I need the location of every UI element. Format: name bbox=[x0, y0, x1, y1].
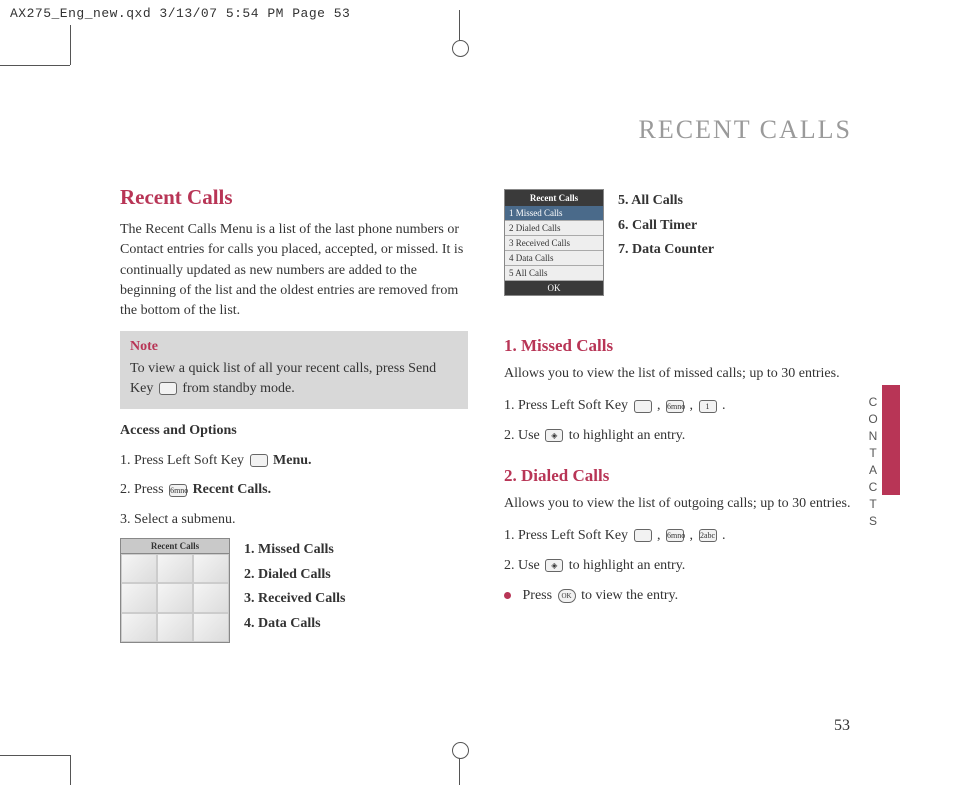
section-2-heading: 2. Dialed Calls bbox=[504, 466, 852, 486]
section-1-heading: 1. Missed Calls bbox=[504, 336, 852, 356]
step-text: 2. Use bbox=[504, 558, 543, 573]
grid-cell bbox=[121, 583, 157, 612]
key-6-icon: 6mno bbox=[666, 529, 684, 542]
step-text: , bbox=[690, 528, 697, 543]
step-text-bold: Menu. bbox=[273, 453, 312, 468]
phone-grid-body bbox=[121, 554, 229, 642]
nav-key-icon: ◈ bbox=[545, 429, 563, 442]
phone-list-item: 3 Received Calls bbox=[505, 236, 603, 251]
submenu-item: 4. Data Calls bbox=[244, 612, 345, 637]
page-header: RECENT CALLS bbox=[120, 115, 852, 145]
right-column: Recent Calls 1 Missed Calls 2 Dialed Cal… bbox=[504, 185, 852, 643]
step-text: Press bbox=[523, 588, 556, 603]
step-text: 1. Press Left Soft Key bbox=[120, 453, 248, 468]
nav-key-icon: ◈ bbox=[545, 559, 563, 572]
sec2-bullet: Press OK to view the entry. bbox=[504, 584, 852, 608]
step-text: , bbox=[690, 398, 697, 413]
note-box: Note To view a quick list of all your re… bbox=[120, 331, 468, 408]
section-2-desc: Allows you to view the list of outgoing … bbox=[504, 494, 852, 514]
sidebar-tab bbox=[882, 385, 900, 495]
top-items: 5. All Calls 6. Call Timer 7. Data Count… bbox=[618, 189, 714, 263]
submenu-item: 2. Dialed Calls bbox=[244, 563, 345, 588]
phone-list-body: 1 Missed Calls 2 Dialed Calls 3 Received… bbox=[505, 206, 603, 281]
soft-key-icon bbox=[634, 400, 652, 413]
send-key-icon bbox=[159, 382, 177, 395]
two-column-layout: Recent Calls The Recent Calls Menu is a … bbox=[120, 185, 852, 643]
access-options-title: Access and Options bbox=[120, 423, 468, 439]
note-text: To view a quick list of all your recent … bbox=[130, 359, 458, 398]
submenu-list: 1. Missed Calls 2. Dialed Calls 3. Recei… bbox=[244, 538, 345, 636]
soft-key-icon bbox=[634, 529, 652, 542]
step-text-bold: Recent Calls. bbox=[193, 482, 272, 497]
submenu-item: 1. Missed Calls bbox=[244, 538, 345, 563]
section-1-desc: Allows you to view the list of missed ca… bbox=[504, 364, 852, 384]
phone-grid-header: Recent Calls bbox=[121, 539, 229, 554]
print-header: AX275_Eng_new.qxd 3/13/07 5:54 PM Page 5… bbox=[10, 6, 350, 21]
step-1: 1. Press Left Soft Key Menu. bbox=[120, 449, 468, 473]
step-text: to highlight an entry. bbox=[569, 558, 686, 573]
page-number: 53 bbox=[834, 717, 850, 735]
main-heading: Recent Calls bbox=[120, 185, 468, 210]
key-1-icon: 1 bbox=[699, 400, 717, 413]
left-column: Recent Calls The Recent Calls Menu is a … bbox=[120, 185, 468, 643]
step-text: . bbox=[722, 528, 726, 543]
step-text: 1. Press Left Soft Key bbox=[504, 528, 632, 543]
grid-cell bbox=[193, 554, 229, 583]
step-3: 3. Select a submenu. bbox=[120, 508, 468, 532]
phone-list-header: Recent Calls bbox=[505, 190, 603, 206]
grid-cell bbox=[157, 554, 193, 583]
top-row: Recent Calls 1 Missed Calls 2 Dialed Cal… bbox=[504, 189, 852, 296]
sec2-step1: 1. Press Left Soft Key , 6mno , 2abc . bbox=[504, 524, 852, 548]
grid-cell bbox=[121, 554, 157, 583]
submenu-item: 5. All Calls bbox=[618, 189, 714, 214]
submenu-item: 6. Call Timer bbox=[618, 214, 714, 239]
step-text: 2. Press bbox=[120, 482, 167, 497]
grid-cell bbox=[121, 613, 157, 642]
phone-list-footer: OK bbox=[505, 281, 603, 295]
step-text: , bbox=[657, 528, 664, 543]
key-2-icon: 2abc bbox=[699, 529, 717, 542]
sec2-step2: 2. Use ◈ to highlight an entry. bbox=[504, 554, 852, 578]
ok-key-icon: OK bbox=[558, 589, 576, 603]
phone-list-item: 1 Missed Calls bbox=[505, 206, 603, 221]
step-text: . bbox=[722, 398, 726, 413]
crop-mark bbox=[70, 25, 71, 65]
phone-list-item: 2 Dialed Calls bbox=[505, 221, 603, 236]
sidebar-label: CONTACTS bbox=[866, 395, 880, 531]
key-6-icon: 6mno bbox=[169, 484, 187, 497]
step-text: 2. Use bbox=[504, 428, 543, 443]
step-text: 1. Press Left Soft Key bbox=[504, 398, 632, 413]
step-text: to highlight an entry. bbox=[569, 428, 686, 443]
grid-cell bbox=[157, 583, 193, 612]
note-text-part: from standby mode. bbox=[182, 381, 294, 396]
grid-cell bbox=[157, 613, 193, 642]
step-text: to view the entry. bbox=[581, 588, 678, 603]
note-title: Note bbox=[130, 339, 458, 355]
soft-key-icon bbox=[250, 454, 268, 467]
page-content: RECENT CALLS Recent Calls The Recent Cal… bbox=[70, 65, 900, 765]
grid-cell bbox=[193, 583, 229, 612]
sec1-step1: 1. Press Left Soft Key , 6mno , 1 . bbox=[504, 394, 852, 418]
phone-list-item: 5 All Calls bbox=[505, 266, 603, 281]
sec1-step2: 2. Use ◈ to highlight an entry. bbox=[504, 424, 852, 448]
phone-list-screenshot: Recent Calls 1 Missed Calls 2 Dialed Cal… bbox=[504, 189, 604, 296]
step-2: 2. Press 6mno Recent Calls. bbox=[120, 478, 468, 502]
submenu-item: 7. Data Counter bbox=[618, 238, 714, 263]
grid-cell bbox=[193, 613, 229, 642]
submenu-item: 3. Received Calls bbox=[244, 587, 345, 612]
step-text: , bbox=[657, 398, 664, 413]
crop-mark bbox=[0, 65, 70, 66]
phone-grid-screenshot: Recent Calls bbox=[120, 538, 230, 643]
crop-mark-top bbox=[440, 10, 480, 50]
phone-list-item: 4 Data Calls bbox=[505, 251, 603, 266]
intro-paragraph: The Recent Calls Menu is a list of the l… bbox=[120, 220, 468, 321]
crop-mark bbox=[0, 755, 70, 756]
submenu-row: Recent Calls 1. Missed Calls 2. Dialed C… bbox=[120, 538, 468, 643]
key-6-icon: 6mno bbox=[666, 400, 684, 413]
